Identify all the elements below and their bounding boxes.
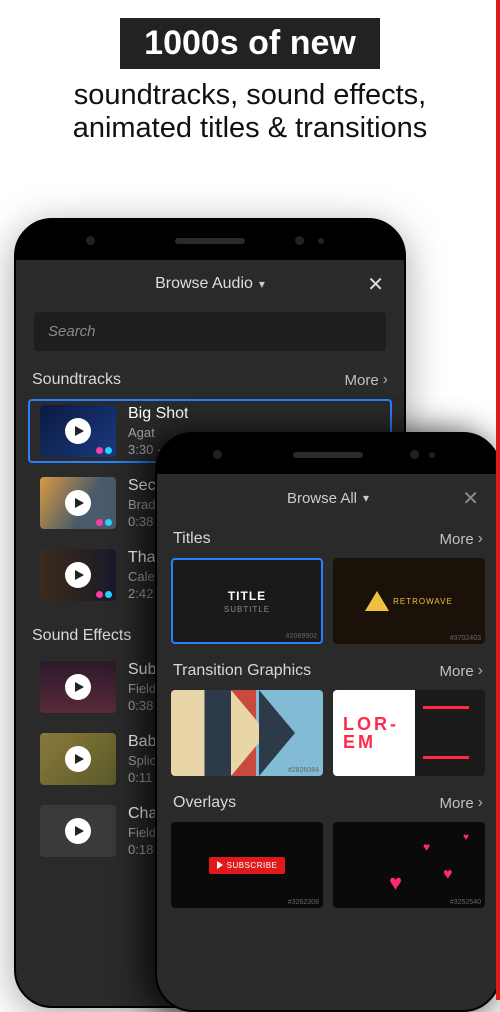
title-tile[interactable]: TITLE SUBTITLE #2089902 <box>171 558 323 644</box>
subscribe-badge: SUBSCRIBE <box>209 857 286 874</box>
tile-label: RETROWAVE <box>393 597 453 606</box>
speaker-slot <box>175 238 245 244</box>
track-thumb[interactable] <box>40 477 116 529</box>
tile-id: #3702403 <box>450 635 481 642</box>
heart-icon: ♥ <box>423 840 430 854</box>
tiles-row-titles[interactable]: TITLE SUBTITLE #2089902 RETROWAVE #37024… <box>157 558 499 654</box>
camera-dot <box>295 236 304 245</box>
triangle-icon <box>365 591 389 611</box>
track-thumb[interactable] <box>40 549 116 601</box>
more-button[interactable]: More › <box>439 794 483 812</box>
camera-dot <box>410 450 419 459</box>
play-icon[interactable] <box>40 661 116 713</box>
track-thumb[interactable] <box>40 405 116 457</box>
search-input[interactable]: Search <box>34 312 386 351</box>
more-button[interactable]: More › <box>439 530 483 548</box>
sensor-dot-2 <box>318 238 324 244</box>
more-button[interactable]: More › <box>439 662 483 680</box>
close-icon[interactable]: ✕ <box>462 486 479 511</box>
heart-icon: ♥ <box>443 866 453 884</box>
close-icon[interactable]: ✕ <box>367 272 384 297</box>
section-soundtracks: Soundtracks More › <box>16 363 404 399</box>
overlay-tile[interactable]: SUBSCRIBE #3262308 <box>171 822 323 908</box>
heart-icon: ♥ <box>463 832 469 843</box>
search-placeholder: Search <box>48 323 96 340</box>
play-icon[interactable] <box>40 805 116 857</box>
phone-bezel <box>157 434 499 474</box>
section-overlays: Overlays More › <box>157 786 499 822</box>
more-button[interactable]: More › <box>344 371 388 389</box>
tile-title: TITLE <box>228 589 266 603</box>
header-bar: Browse All ▾ ✕ <box>157 474 499 522</box>
section-titles: Titles More › <box>157 522 499 558</box>
chevron-right-icon: › <box>478 794 483 812</box>
chevron-right-icon: › <box>478 662 483 680</box>
tiles-row-overlays[interactable]: SUBSCRIBE #3262308 ♥ ♥ ♥ ♥ #3252540 <box>157 822 499 918</box>
track-thumb[interactable] <box>40 733 116 785</box>
section-transitions: Transition Graphics More › <box>157 654 499 690</box>
header-title[interactable]: Browse Audio <box>155 275 253 293</box>
brand-edge <box>496 0 500 1000</box>
transition-tile[interactable]: #2826084 <box>171 690 323 776</box>
section-label: Sound Effects <box>32 627 131 645</box>
header-bar: Browse Audio ▾ ✕ <box>16 260 404 308</box>
header-title[interactable]: Browse All <box>287 490 357 507</box>
overlay-tile[interactable]: ♥ ♥ ♥ ♥ #3252540 <box>333 822 485 908</box>
banner-headline: 1000s of new <box>120 18 380 69</box>
phone-bezel <box>16 220 404 260</box>
sensor-dot <box>86 236 95 245</box>
title-tile[interactable]: RETROWAVE #3702403 <box>333 558 485 644</box>
lorem-label: LOR- EM <box>333 690 415 776</box>
section-label: Transition Graphics <box>173 662 311 680</box>
section-label: Overlays <box>173 794 236 812</box>
tiles-row-transitions[interactable]: #2826084 LOR- EM <box>157 690 499 786</box>
chevron-down-icon[interactable]: ▾ <box>259 277 265 291</box>
track-title: Big Shot <box>128 405 188 423</box>
lorem-decor <box>415 690 485 776</box>
transition-tile[interactable]: LOR- EM <box>333 690 485 776</box>
section-label: Titles <box>173 530 211 548</box>
tile-subtitle: SUBTITLE <box>224 605 270 614</box>
sensor-dot <box>213 450 222 459</box>
tile-id: #2826084 <box>288 767 319 774</box>
chevron-down-icon[interactable]: ▾ <box>363 491 369 505</box>
tile-id: #3252540 <box>450 899 481 906</box>
play-icon[interactable] <box>40 733 116 785</box>
track-thumb[interactable] <box>40 805 116 857</box>
chevron-right-icon: › <box>383 371 388 389</box>
tile-id: #3262308 <box>288 899 319 906</box>
sensor-dot-2 <box>429 452 435 458</box>
track-thumb[interactable] <box>40 661 116 713</box>
speaker-slot <box>293 452 363 458</box>
banner-subhead: soundtracks, sound effects, animated tit… <box>0 79 500 146</box>
phone-browse-all: Browse All ▾ ✕ Titles More › TITLE SUBTI… <box>155 432 500 1012</box>
tile-id: #2089902 <box>286 633 317 640</box>
section-label: Soundtracks <box>32 371 121 389</box>
chevron-right-icon: › <box>478 530 483 548</box>
promo-banner: 1000s of new soundtracks, sound effects,… <box>0 0 500 146</box>
heart-icon: ♥ <box>389 870 402 896</box>
